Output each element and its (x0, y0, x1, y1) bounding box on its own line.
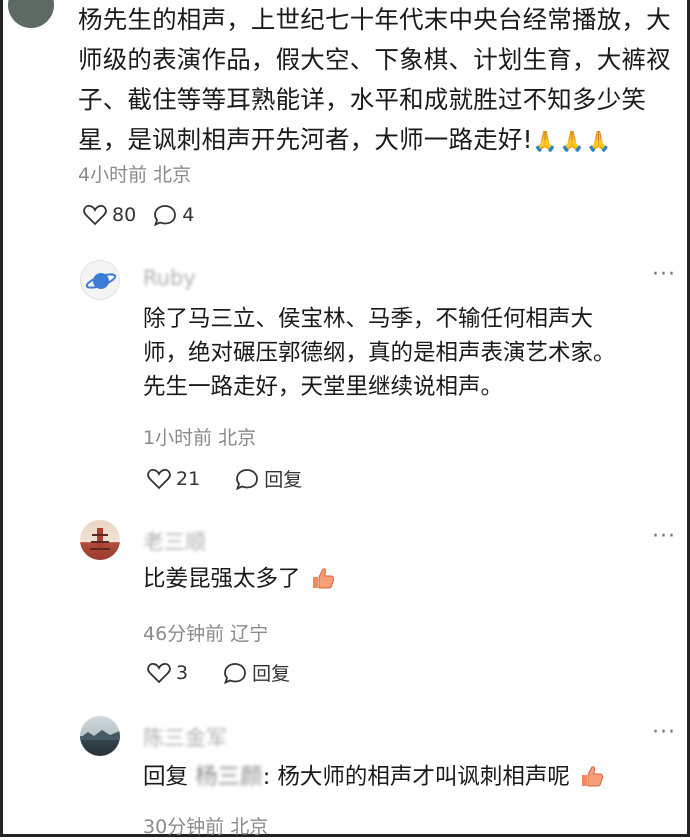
reply-actions: 3 回复 (146, 659, 306, 686)
comment-meta: 4小时前 北京 (78, 164, 192, 186)
planet-icon (85, 273, 117, 289)
pagoda-icon (90, 528, 110, 554)
landscape-icon (80, 730, 120, 740)
reply-button[interactable]: 回复 (234, 465, 302, 492)
reply-text-line: 师，绝对碾压郭德纲，真的是相声表演艺术家。 (143, 340, 616, 366)
comment-icon (154, 205, 177, 227)
reply-text-line: 除了马三立、侯宝林、马季，不输任何相声大 (143, 306, 594, 332)
reply-actions: 21 回复 (146, 465, 318, 492)
like-count: 21 (176, 467, 201, 490)
thumbs-up-icon (312, 568, 334, 589)
reply-meta: 1小时前 北京 (143, 427, 257, 449)
like-button[interactable]: 3 (146, 661, 188, 685)
reply-text-body: : 杨大师的相声才叫讽刺相声呢 (262, 764, 570, 790)
more-icon[interactable]: ··· (652, 262, 676, 287)
reply-label: 回复 (252, 663, 291, 685)
comment-icon (224, 662, 246, 684)
reply-meta: 30分钟前 北京 (143, 816, 269, 838)
reply-text: 除了马三立、侯宝林、马季，不输任何相声大 师，绝对碾压郭德纲，真的是相声表演艺术… (143, 302, 663, 404)
like-count: 3 (176, 661, 189, 684)
reply-avatar[interactable] (80, 260, 120, 300)
thumbs-up-icon (582, 766, 604, 787)
reply-avatar[interactable] (80, 520, 120, 560)
reply-text: 回复 杨三颜: 杨大师的相声才叫讽刺相声呢 (143, 760, 663, 794)
reply-avatar[interactable] (80, 716, 120, 756)
reply-button[interactable]: 回复 (222, 659, 290, 686)
like-button[interactable]: 80 (82, 203, 136, 227)
reply-username[interactable]: 老三顺 (143, 526, 206, 556)
reply-meta: 46分钟前 辽宁 (143, 623, 269, 645)
reply-text-body: 比姜昆强太多了 (143, 566, 301, 592)
heart-icon (147, 468, 171, 489)
comment-icon (236, 468, 259, 490)
reply-text-line: 先生一路走好，天堂里继续说相声。 (143, 374, 504, 400)
like-count: 80 (112, 204, 137, 226)
like-button[interactable]: 21 (146, 467, 200, 491)
reply-to-user[interactable]: 杨三颜 (195, 764, 263, 790)
reply-text: 比姜昆强太多了 (143, 562, 663, 596)
reply-username[interactable]: Ruby (143, 266, 196, 290)
more-icon[interactable]: ··· (652, 524, 676, 549)
reply-username[interactable]: 陈三金军 (143, 722, 227, 752)
comment-text: 杨先生的相声，上世纪七十年代末中央台经常播放，大师级的表演作品，假大空、下象棋、… (78, 0, 678, 161)
reply-count: 4 (182, 204, 195, 226)
reply-label: 回复 (264, 469, 303, 491)
praying-hands-icon: 🙏🙏🙏 (532, 129, 614, 153)
reply-count-button[interactable]: 4 (152, 203, 194, 227)
heart-icon (147, 662, 171, 683)
more-icon[interactable]: ··· (652, 720, 676, 745)
reply-prefix: 回复 (143, 764, 189, 790)
heart-icon (83, 205, 107, 226)
comment-actions: 80 4 (82, 203, 210, 227)
